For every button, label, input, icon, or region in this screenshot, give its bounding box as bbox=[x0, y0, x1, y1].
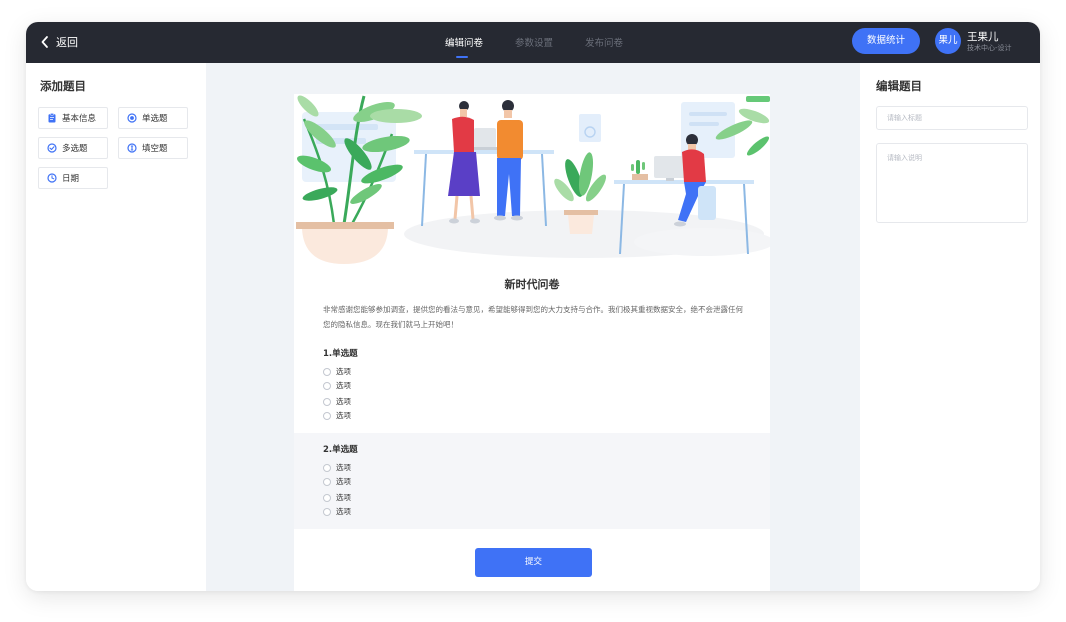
radio-circle-icon bbox=[323, 477, 331, 486]
radio-circle-icon bbox=[323, 397, 331, 406]
option-label: 选项 bbox=[336, 463, 351, 472]
tab-publish-survey[interactable]: 发布问卷 bbox=[585, 35, 623, 49]
edit-question-panel: 编辑题目 bbox=[860, 63, 1040, 591]
option-label: 选项 bbox=[336, 507, 351, 516]
survey-paper: 新时代问卷 非常感谢您能够参加调查，提供您的看法与意见，希望能够得到您的大力支持… bbox=[294, 94, 770, 591]
option-label: 选项 bbox=[336, 411, 351, 420]
radio-option[interactable]: 选项 bbox=[323, 380, 351, 391]
radio-circle-icon bbox=[323, 381, 331, 390]
date-label: 日期 bbox=[62, 174, 80, 184]
radio-option[interactable]: 选项 bbox=[323, 476, 351, 487]
radio-option[interactable]: 选项 bbox=[323, 366, 351, 377]
option-label: 选项 bbox=[336, 367, 351, 376]
avatar[interactable]: 果儿 bbox=[935, 28, 961, 54]
radio-option[interactable]: 选项 bbox=[323, 410, 351, 421]
user-department: 技术中心-设计 bbox=[967, 44, 1012, 52]
add-multiple-choice-button[interactable]: 多选题 bbox=[38, 137, 108, 159]
edit-question-title: 编辑题目 bbox=[876, 79, 922, 93]
check-circle-icon bbox=[47, 143, 57, 153]
radio-option[interactable]: 选项 bbox=[323, 506, 351, 517]
question-title: 2.单选题 bbox=[323, 445, 358, 455]
top-bar: 返回 编辑问卷 参数设置 发布问卷 数据统计 果儿 王果儿 技术中心-设计 bbox=[26, 22, 1040, 63]
fill-blank-label: 填空题 bbox=[142, 144, 168, 154]
survey-title[interactable]: 新时代问卷 bbox=[294, 276, 770, 292]
survey-description[interactable]: 非常感谢您能够参加调查，提供您的看法与意见，希望能够得到您的大力支持与合作。我们… bbox=[323, 302, 743, 332]
radio-option[interactable]: 选项 bbox=[323, 462, 351, 473]
editor-canvas: 新时代问卷 非常感谢您能够参加调查，提供您的看法与意见，希望能够得到您的大力支持… bbox=[206, 63, 860, 591]
radio-option[interactable]: 选项 bbox=[323, 492, 351, 503]
option-label: 选项 bbox=[336, 381, 351, 390]
basic-info-label: 基本信息 bbox=[62, 114, 97, 124]
submit-button[interactable]: 提交 bbox=[475, 548, 592, 577]
add-date-button[interactable]: 日期 bbox=[38, 167, 108, 189]
add-single-choice-button[interactable]: 单选题 bbox=[118, 107, 188, 129]
radio-circle-icon bbox=[323, 367, 331, 376]
option-label: 选项 bbox=[336, 397, 351, 406]
tab-edit-survey[interactable]: 编辑问卷 bbox=[445, 35, 483, 49]
multiple-choice-label: 多选题 bbox=[62, 144, 88, 154]
add-question-panel: 添加题目 基本信息 单选题 多选题 填空题 日期 bbox=[26, 63, 206, 591]
question-block[interactable]: 1.单选题 选项 选项 选项 选项 bbox=[294, 337, 770, 433]
tab-parameter-settings[interactable]: 参数设置 bbox=[515, 35, 553, 49]
question-title-input[interactable] bbox=[876, 106, 1028, 130]
app-window: 返回 编辑问卷 参数设置 发布问卷 数据统计 果儿 王果儿 技术中心-设计 添加… bbox=[26, 22, 1040, 591]
active-tab-indicator bbox=[456, 56, 468, 58]
radio-icon bbox=[127, 113, 137, 123]
option-label: 选项 bbox=[336, 477, 351, 486]
user-name: 王果儿 bbox=[967, 31, 999, 43]
add-basic-info-button[interactable]: 基本信息 bbox=[38, 107, 108, 129]
data-statistics-button[interactable]: 数据统计 bbox=[852, 28, 920, 54]
question-title: 1.单选题 bbox=[323, 349, 358, 359]
radio-circle-icon bbox=[323, 463, 331, 472]
office-illustration bbox=[296, 95, 770, 264]
radio-option[interactable]: 选项 bbox=[323, 396, 351, 407]
add-question-title: 添加题目 bbox=[40, 79, 86, 93]
question-description-textarea[interactable] bbox=[876, 143, 1028, 223]
question-block-selected[interactable]: 2.单选题 选项 选项 选项 选项 bbox=[294, 433, 770, 529]
radio-circle-icon bbox=[323, 411, 331, 420]
text-input-icon bbox=[127, 143, 137, 153]
clipboard-icon bbox=[47, 113, 57, 123]
radio-circle-icon bbox=[323, 507, 331, 516]
clock-icon bbox=[47, 173, 57, 183]
option-label: 选项 bbox=[336, 493, 351, 502]
radio-circle-icon bbox=[323, 493, 331, 502]
single-choice-label: 单选题 bbox=[142, 114, 168, 124]
add-fill-blank-button[interactable]: 填空题 bbox=[118, 137, 188, 159]
